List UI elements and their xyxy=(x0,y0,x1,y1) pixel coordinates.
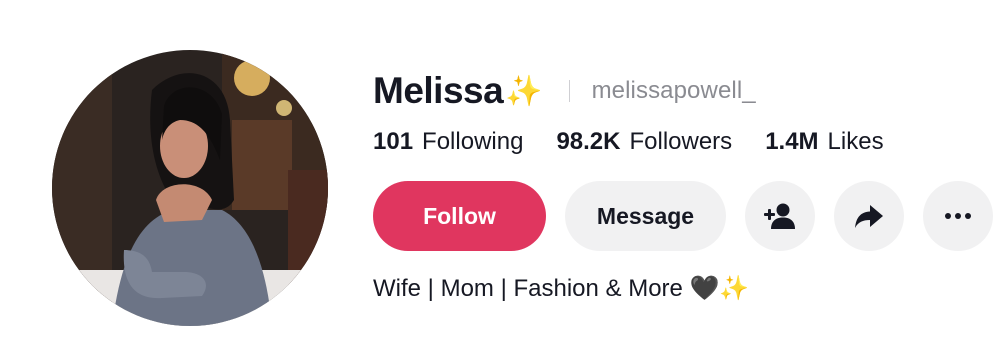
following-count: 101 xyxy=(373,128,414,155)
sparkles-emoji: ✨ xyxy=(505,74,543,108)
more-horizontal-icon xyxy=(945,213,971,219)
add-friend-button[interactable] xyxy=(745,181,815,251)
followers-count: 98.2K xyxy=(556,128,621,155)
username: melissapowell_ xyxy=(591,77,756,104)
add-user-icon xyxy=(764,203,795,229)
profile-bio: Wife | Mom | Fashion & More 🖤✨ xyxy=(373,275,750,302)
profile-actions: Follow Message xyxy=(373,181,993,251)
likes-stat: 1.4M Likes xyxy=(765,128,883,156)
likes-label: Likes xyxy=(827,128,884,155)
share-icon xyxy=(855,205,883,228)
name-divider xyxy=(568,80,570,102)
message-button[interactable]: Message xyxy=(565,181,726,251)
profile-stats: 101 Following 98.2K Followers 1.4M Likes xyxy=(373,124,917,160)
share-button[interactable] xyxy=(834,181,904,251)
follow-button[interactable]: Follow xyxy=(373,181,546,251)
profile-name-row: Melissa ✨ melissapowell_ xyxy=(373,66,756,116)
followers-label: Followers xyxy=(629,128,733,155)
profile-avatar[interactable] xyxy=(52,50,328,326)
display-name: Melissa xyxy=(373,70,504,111)
following-stat[interactable]: 101 Following xyxy=(373,128,523,156)
followers-stat[interactable]: 98.2K Followers xyxy=(556,128,732,156)
following-label: Following xyxy=(422,128,524,155)
likes-count: 1.4M xyxy=(765,128,819,155)
more-options-button[interactable] xyxy=(923,181,993,251)
